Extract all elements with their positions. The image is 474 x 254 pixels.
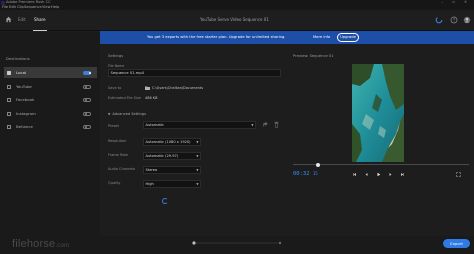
- svg-text:?: ?: [453, 18, 455, 23]
- menu-edit[interactable]: Edit: [9, 5, 16, 9]
- behance-checkbox[interactable]: [7, 124, 11, 129]
- go-to-start-icon[interactable]: [352, 172, 357, 177]
- settings-title: Settings: [108, 54, 124, 58]
- frame-rate-select[interactable]: Automatic (29.97) ▼: [143, 152, 201, 160]
- destinations-sidebar: Destinations Local YouTube Facebook Inst…: [0, 32, 100, 254]
- timecode-display: 00:32 15: [293, 171, 318, 177]
- app-logo-icon: [1, 0, 5, 5]
- audio-channels-label: Audio Channels: [108, 167, 136, 171]
- destination-local[interactable]: Local: [4, 67, 97, 78]
- folder-icon[interactable]: [145, 86, 150, 90]
- settings-panel: Settings File Name Sequence 01.mp4 Save …: [100, 44, 288, 254]
- local-toggle[interactable]: [83, 70, 91, 75]
- resolution-label: Resolution: [108, 139, 127, 143]
- step-forward-icon[interactable]: [388, 172, 393, 177]
- menu-clip[interactable]: Clip: [17, 5, 24, 9]
- destination-instagram[interactable]: Instagram: [4, 108, 97, 119]
- window-controls[interactable]: – ▫ ✕: [441, 0, 471, 4]
- instagram-checkbox[interactable]: [7, 111, 11, 116]
- loading-spinner-icon: [162, 198, 168, 204]
- watermark-suffix: .com: [55, 243, 70, 249]
- banner-message: You get 3 exports with the free starter …: [147, 35, 286, 39]
- local-checkbox[interactable]: [7, 70, 11, 75]
- go-to-end-icon[interactable]: [400, 172, 405, 177]
- instagram-toggle[interactable]: [83, 111, 91, 116]
- chevron-down-icon: ▼: [108, 112, 111, 116]
- destination-behance[interactable]: Behance: [4, 121, 97, 132]
- quality-label: Quality: [108, 181, 121, 185]
- document-title: YouTube Serve Video Sequence 01: [200, 17, 269, 22]
- resolution-value: Automatic (1080 x 1920): [145, 140, 191, 144]
- upgrade-banner: You get 3 exports with the free starter …: [100, 31, 474, 44]
- play-icon[interactable]: [376, 172, 381, 177]
- advanced-settings-toggle[interactable]: ▼ Advanced Settings: [108, 112, 146, 116]
- estimated-size-label: Estimated File Size: [108, 96, 141, 100]
- delete-preset-icon[interactable]: [273, 121, 280, 128]
- save-to-path[interactable]: C:\Users\Chellian\Documents: [152, 86, 203, 90]
- resolution-select[interactable]: Automatic (1080 x 1920) ▼: [143, 138, 201, 146]
- frame-rate-value: Automatic (29.97): [145, 154, 179, 158]
- behance-toggle[interactable]: [83, 124, 91, 129]
- preset-label: Preset: [108, 124, 119, 128]
- timecode-main: 00:32: [293, 171, 310, 177]
- destination-label: Facebook: [16, 97, 35, 102]
- more-info-link[interactable]: More info: [313, 35, 330, 39]
- menu-sequence[interactable]: Sequence: [24, 5, 42, 9]
- export-button[interactable]: Export: [443, 239, 470, 248]
- page-indicator[interactable]: [192, 241, 282, 245]
- save-preset-icon[interactable]: [262, 121, 269, 128]
- estimated-size-value: 486 KB: [145, 96, 158, 100]
- destination-label: YouTube: [16, 84, 32, 89]
- active-tab-indicator: [33, 30, 47, 31]
- upgrade-button[interactable]: Upgrade: [337, 33, 359, 42]
- preset-value: Automatic: [145, 123, 164, 127]
- menu-view[interactable]: View: [42, 5, 51, 9]
- file-name-label: File Name: [108, 64, 125, 68]
- audio-channels-value: Stereo: [145, 168, 158, 172]
- preset-select[interactable]: Automatic ▼: [143, 121, 256, 129]
- preview-title: Preview: Sequence 01: [293, 54, 334, 58]
- fullscreen-icon[interactable]: [456, 172, 461, 177]
- destination-facebook[interactable]: Facebook: [4, 94, 97, 105]
- quality-value: High: [145, 182, 154, 186]
- playhead-handle[interactable]: [315, 162, 320, 167]
- watermark: filehorse.com: [12, 238, 69, 250]
- top-bar: Edit Share YouTube Serve Video Sequence …: [0, 10, 474, 31]
- audio-channels-select[interactable]: Stereo ▼: [143, 166, 201, 174]
- chevron-down-icon: ▼: [196, 168, 199, 172]
- bottom-bar: filehorse.com Export: [0, 236, 474, 254]
- destination-label: Local: [16, 70, 27, 75]
- facebook-checkbox[interactable]: [7, 97, 11, 102]
- quality-select[interactable]: High ▼: [143, 180, 201, 188]
- sync-progress-icon[interactable]: [435, 16, 443, 24]
- menu-file[interactable]: File: [2, 5, 8, 9]
- advanced-settings-label: Advanced Settings: [112, 112, 146, 116]
- tab-edit[interactable]: Edit: [18, 17, 26, 22]
- chevron-down-icon: ▼: [196, 182, 199, 186]
- destination-label: Behance: [16, 124, 33, 129]
- user-avatar-icon[interactable]: [463, 16, 471, 24]
- step-back-icon[interactable]: [364, 172, 369, 177]
- window-title: Adobe Premiere Rush CC: [6, 0, 51, 5]
- preview-panel: Preview: Sequence 01 00:32 15: [288, 44, 474, 236]
- youtube-checkbox[interactable]: [7, 84, 11, 89]
- preview-video-frame: [352, 64, 404, 162]
- menu-help[interactable]: Help: [51, 5, 59, 9]
- save-to-label: Save to: [108, 86, 122, 90]
- help-icon[interactable]: ?: [450, 16, 458, 24]
- timecode-frames: 15: [312, 171, 318, 176]
- chevron-down-icon: ▼: [251, 123, 254, 127]
- chevron-down-icon: ▼: [196, 154, 199, 158]
- facebook-toggle[interactable]: [83, 97, 91, 102]
- destinations-title: Destinations: [6, 56, 30, 61]
- destination-label: Instagram: [16, 111, 36, 116]
- watermark-text: filehorse: [12, 238, 56, 250]
- file-name-input[interactable]: Sequence 01.mp4: [108, 69, 281, 77]
- youtube-toggle[interactable]: [83, 84, 91, 89]
- destination-youtube[interactable]: YouTube: [4, 81, 97, 92]
- tab-share[interactable]: Share: [34, 17, 46, 22]
- frame-rate-label: Frame Rate: [108, 153, 129, 157]
- home-icon[interactable]: [5, 16, 12, 23]
- chevron-down-icon: ▼: [196, 140, 199, 144]
